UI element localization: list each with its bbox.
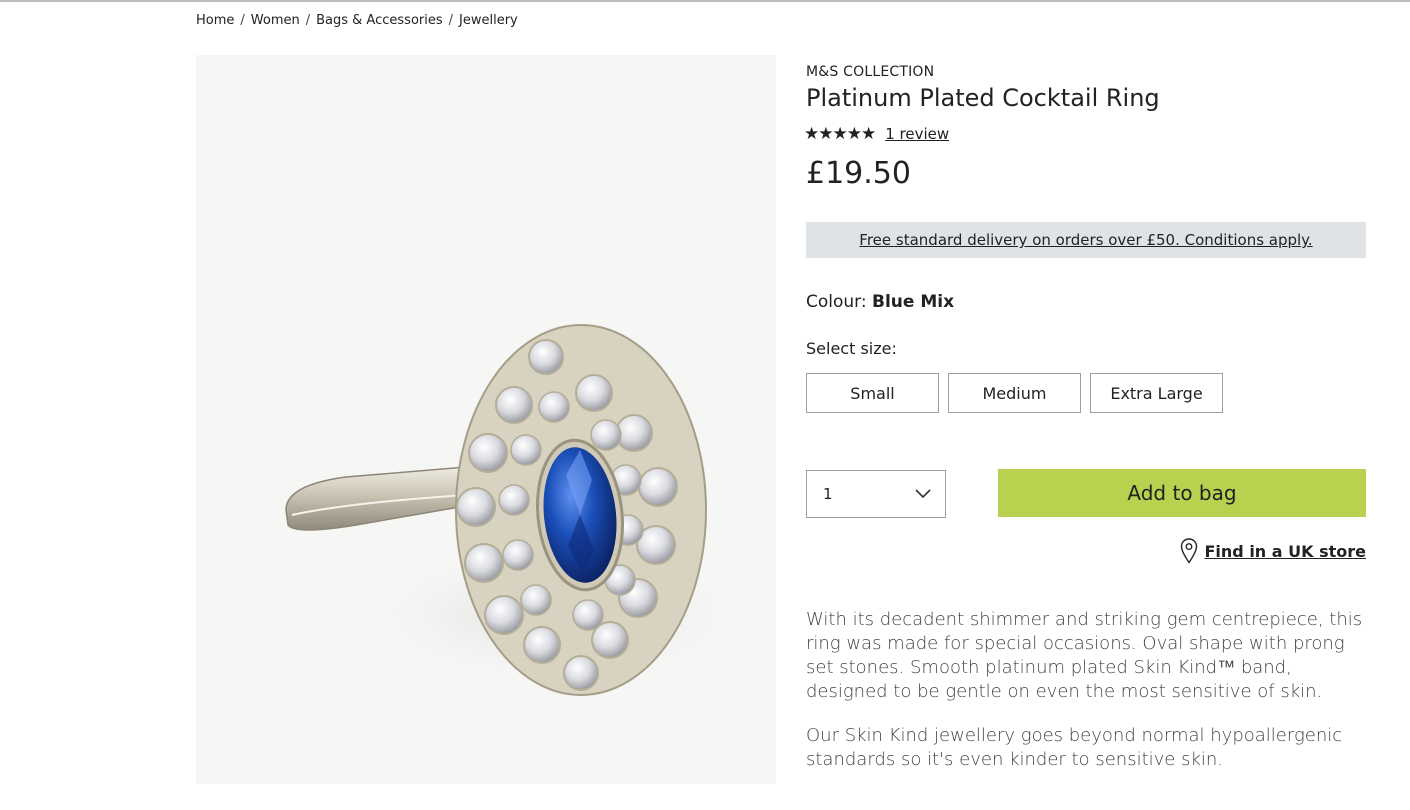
- colour-value: Blue Mix: [872, 292, 955, 312]
- chevron-down-icon: [915, 489, 931, 499]
- size-options: Small Medium Extra Large: [806, 373, 1223, 413]
- delivery-conditions-link[interactable]: Free standard delivery on orders over £5…: [859, 231, 1312, 249]
- breadcrumb-separator: /: [305, 13, 311, 28]
- breadcrumb-home[interactable]: Home: [196, 13, 234, 28]
- top-border: [0, 0, 1410, 2]
- size-small-button[interactable]: Small: [806, 373, 939, 413]
- product-image[interactable]: [196, 55, 776, 784]
- add-to-bag-button[interactable]: Add to bag: [998, 469, 1366, 517]
- product-description: With its decadent shimmer and striking g…: [806, 609, 1363, 702]
- star-rating-icon: ★★★★★: [804, 124, 876, 144]
- colour-info: Colour: Blue Mix: [806, 292, 954, 312]
- breadcrumb-separator: /: [448, 13, 454, 28]
- breadcrumb-separator: /: [240, 13, 245, 28]
- review-link[interactable]: 1 review: [885, 125, 949, 143]
- size-medium-button[interactable]: Medium: [948, 373, 1081, 413]
- product-description-skin-kind: Our Skin Kind jewellery goes beyond norm…: [806, 725, 1343, 770]
- select-size-label: Select size:: [806, 339, 897, 358]
- product-price: £19.50: [806, 156, 911, 191]
- breadcrumb-women[interactable]: Women: [251, 13, 300, 28]
- product-title: Platinum Plated Cocktail Ring: [806, 84, 1160, 112]
- breadcrumb-jewellery[interactable]: Jewellery: [459, 13, 518, 28]
- location-pin-icon: [1181, 538, 1198, 564]
- breadcrumb-bags-accessories[interactable]: Bags & Accessories: [316, 13, 443, 28]
- product-rating: ★★★★★ 1 review: [804, 124, 949, 144]
- quantity-select[interactable]: 1: [806, 470, 946, 518]
- find-store-label: Find in a UK store: [1204, 541, 1366, 561]
- product-brand: M&S COLLECTION: [806, 64, 935, 80]
- find-store-link[interactable]: Find in a UK store: [1180, 538, 1366, 564]
- ring-illustration: [285, 324, 756, 696]
- delivery-banner: Free standard delivery on orders over £5…: [806, 222, 1366, 258]
- breadcrumb: Home / Women / Bags & Accessories / Jewe…: [196, 13, 518, 28]
- size-extra-large-button[interactable]: Extra Large: [1090, 373, 1223, 413]
- colour-label: Colour:: [806, 292, 867, 312]
- quantity-value: 1: [823, 485, 833, 503]
